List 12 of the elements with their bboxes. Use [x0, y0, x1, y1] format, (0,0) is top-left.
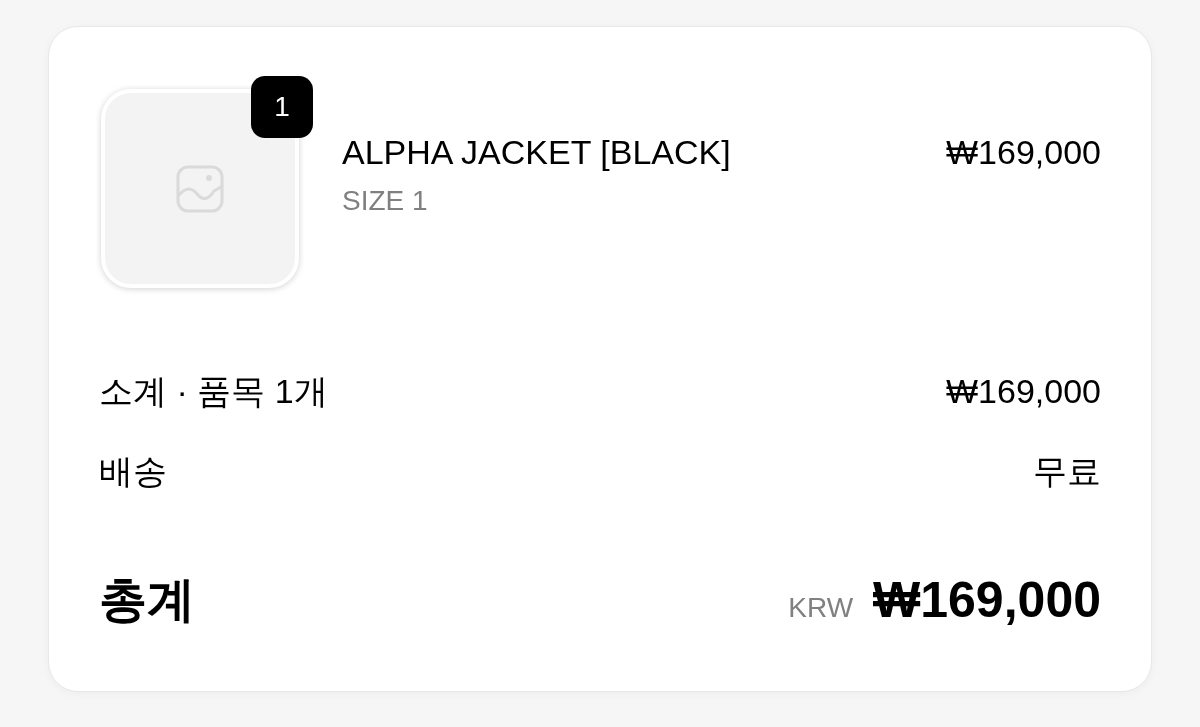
total-label: 총계	[99, 572, 195, 628]
currency-code: KRW	[788, 591, 854, 625]
image-placeholder-icon	[176, 164, 224, 213]
product-variant: SIZE 1	[342, 184, 428, 218]
total-value: ₩169,000	[873, 571, 1101, 629]
product-price: ₩169,000	[946, 132, 1101, 172]
summary-label: 배송	[99, 451, 167, 491]
quantity-badge: 1	[251, 76, 313, 138]
summary-label: 소계 · 품목 1개	[99, 371, 328, 411]
summary-value: ₩169,000	[946, 371, 1101, 411]
product-name: ALPHA JACKET [BLACK]	[342, 132, 731, 172]
summary-value: 무료	[1033, 451, 1101, 491]
